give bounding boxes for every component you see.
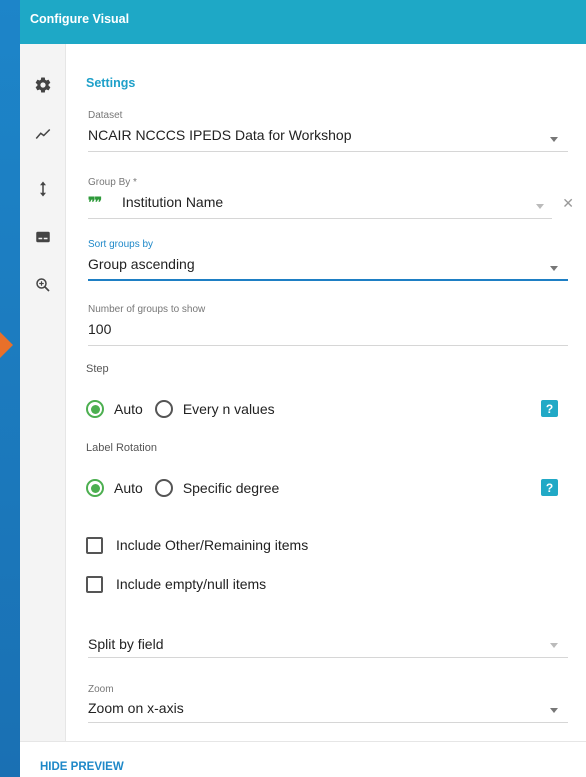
number-of-groups-value: 100 xyxy=(88,321,112,337)
split-by-placeholder: Split by field xyxy=(88,636,164,652)
step-radio-group: Auto Every n values ? xyxy=(86,397,566,421)
chevron-down-icon xyxy=(536,204,544,209)
step-every-n-radio[interactable] xyxy=(154,400,173,418)
label-rotation-radio-group: Auto Specific degree ? xyxy=(86,476,566,500)
subtitles-icon[interactable] xyxy=(32,226,54,248)
group-by-select[interactable]: Group By * ❞❞ Institution Name ✕ xyxy=(88,177,574,219)
configure-visual-panel: Configure Visual Settings Dataset NCAIR … xyxy=(20,0,586,777)
chevron-down-icon xyxy=(550,643,558,648)
number-of-groups-field[interactable]: Number of groups to show 100 xyxy=(88,304,568,346)
chevron-down-icon xyxy=(550,708,558,713)
sort-groups-select[interactable]: Sort groups by Group ascending xyxy=(88,239,568,281)
rotation-specific-label: Specific degree xyxy=(182,480,280,496)
dataset-label: Dataset xyxy=(88,110,123,121)
include-empty-row[interactable]: Include empty/null items xyxy=(86,573,266,595)
panel-title: Configure Visual xyxy=(30,12,130,26)
zoom-in-icon[interactable] xyxy=(32,274,54,296)
step-auto-radio[interactable] xyxy=(86,400,104,418)
label-rotation-label: Label Rotation xyxy=(86,442,157,454)
chevron-down-icon xyxy=(550,137,558,142)
include-empty-label: Include empty/null items xyxy=(116,576,267,592)
settings-icon-bar xyxy=(20,44,66,741)
dataset-value: NCAIR NCCCS IPEDS Data for Workshop xyxy=(88,127,352,143)
gear-icon[interactable] xyxy=(32,74,54,96)
vertical-arrows-icon[interactable] xyxy=(32,178,54,200)
include-empty-checkbox[interactable] xyxy=(86,575,103,593)
close-icon[interactable]: ✕ xyxy=(562,195,574,212)
zoom-label: Zoom xyxy=(88,684,114,695)
orange-arrow-indicator xyxy=(0,332,13,358)
group-by-value-row: ❞❞ Institution Name xyxy=(88,194,552,214)
include-other-label: Include Other/Remaining items xyxy=(116,537,309,553)
panel-footer: HIDE PREVIEW xyxy=(20,741,586,777)
split-by-select[interactable]: Split by field xyxy=(88,632,568,658)
group-by-label: Group By * xyxy=(88,177,137,188)
page-background xyxy=(0,0,20,777)
rotation-auto-label: Auto xyxy=(114,480,143,496)
step-label: Step xyxy=(86,363,109,375)
trend-icon[interactable] xyxy=(32,123,54,145)
group-by-value: Institution Name xyxy=(122,194,224,210)
step-auto-label: Auto xyxy=(114,401,143,417)
zoom-select[interactable]: Zoom Zoom on x-axis xyxy=(88,684,568,723)
quote-icon: ❞❞ xyxy=(88,194,102,210)
hide-preview-button[interactable]: HIDE PREVIEW xyxy=(40,761,124,773)
sort-groups-label: Sort groups by xyxy=(88,239,154,250)
panel-header: Configure Visual xyxy=(20,0,586,44)
sort-groups-value: Group ascending xyxy=(88,256,195,272)
help-icon[interactable]: ? xyxy=(541,400,558,417)
include-other-checkbox[interactable] xyxy=(86,536,103,554)
rotation-auto-radio[interactable] xyxy=(86,479,104,497)
settings-content: Settings Dataset NCAIR NCCCS IPEDS Data … xyxy=(66,44,586,741)
help-icon[interactable]: ? xyxy=(541,479,558,496)
settings-title: Settings xyxy=(86,76,136,90)
step-every-n-label: Every n values xyxy=(182,401,275,417)
number-of-groups-label: Number of groups to show xyxy=(88,304,206,315)
rotation-specific-radio[interactable] xyxy=(154,479,173,497)
zoom-value: Zoom on x-axis xyxy=(88,700,184,716)
chevron-down-icon xyxy=(550,266,558,271)
include-other-row[interactable]: Include Other/Remaining items xyxy=(86,534,308,556)
dataset-select[interactable]: Dataset NCAIR NCCCS IPEDS Data for Works… xyxy=(88,110,568,152)
